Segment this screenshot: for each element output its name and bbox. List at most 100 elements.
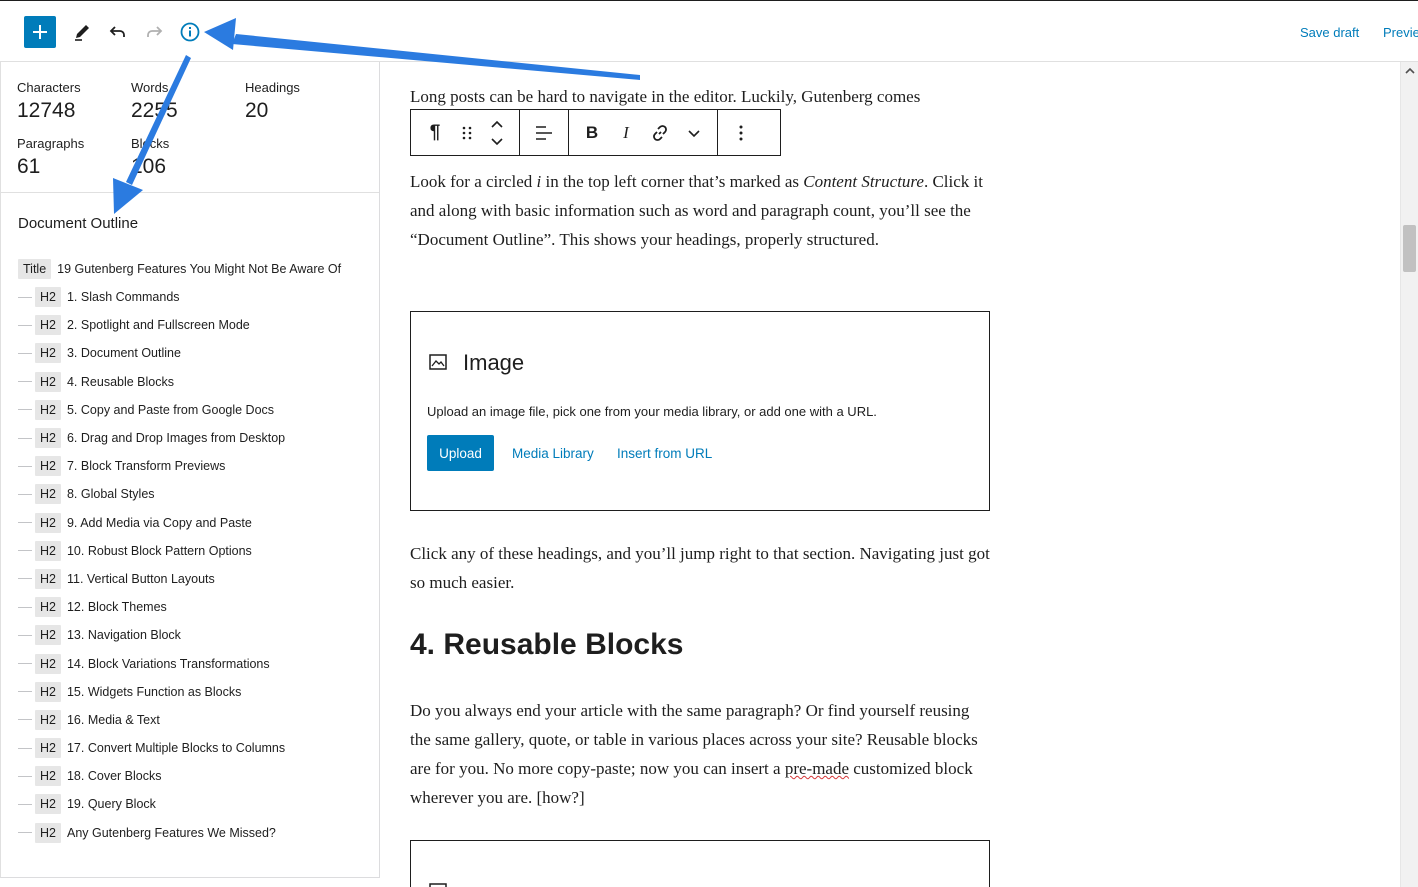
outline-item[interactable]: H2 4. Reusable Blocks	[18, 368, 378, 396]
heading-level-badge: H2	[35, 315, 61, 336]
outline-item[interactable]: H2 Any Gutenberg Features We Missed?	[18, 819, 378, 847]
document-outline-title: Document Outline	[18, 215, 139, 232]
image-block-placeholder[interactable]	[410, 840, 990, 887]
options-icon	[739, 125, 743, 140]
heading-level-badge: H2	[35, 738, 61, 759]
spellcheck-word: pre-made	[784, 759, 850, 778]
outline-connector	[18, 324, 32, 326]
upload-button[interactable]: Upload	[427, 435, 494, 471]
outline-item[interactable]: H2 19. Query Block	[18, 790, 378, 818]
insert-from-url-button[interactable]: Insert from URL	[617, 446, 712, 461]
editor-canvas: Long posts can be hard to navigate in th…	[380, 62, 1400, 887]
paragraph-italic: Content Structure	[803, 172, 924, 191]
outline-connector	[18, 493, 32, 495]
outline-item[interactable]: H2 15. Widgets Function as Blocks	[18, 678, 378, 706]
outline-item[interactable]: H2 13. Navigation Block	[18, 621, 378, 649]
align-icon	[536, 125, 552, 140]
heading-level-badge: H2	[35, 512, 61, 533]
outline-item[interactable]: H2 12. Block Themes	[18, 593, 378, 621]
stat-label: Paragraphs	[17, 136, 85, 151]
add-block-button[interactable]	[24, 16, 56, 48]
paragraph-text: in the top left corner that’s marked as	[541, 172, 804, 191]
image-block-placeholder[interactable]: Image Upload an image file, pick one fro…	[410, 311, 990, 511]
scroll-up-icon[interactable]	[1405, 66, 1415, 76]
outline-item[interactable]: H2 5. Copy and Paste from Google Docs	[18, 396, 378, 424]
outline-item[interactable]: H2 17. Convert Multiple Blocks to Columns	[18, 734, 378, 762]
heading-level-badge: H2	[35, 484, 61, 505]
outline-connector	[18, 522, 32, 524]
outline-item-title[interactable]: Title 19 Gutenberg Features You Might No…	[18, 254, 378, 283]
outline-item-text: 11. Vertical Button Layouts	[66, 571, 215, 586]
tools-button[interactable]	[66, 16, 98, 48]
outline-item[interactable]: H2 10. Robust Block Pattern Options	[18, 537, 378, 565]
outline-item[interactable]: H2 16. Media & Text	[18, 706, 378, 734]
move-block-buttons[interactable]	[479, 110, 515, 155]
stat-value: 12748	[17, 99, 76, 122]
heading-level-badge: H2	[35, 681, 61, 702]
outline-item[interactable]: H2 6. Drag and Drop Images from Desktop	[18, 424, 378, 452]
outline-item[interactable]: H2 18. Cover Blocks	[18, 762, 378, 790]
outline-connector	[18, 465, 32, 467]
paragraph-block[interactable]: Do you always end your article with the …	[410, 696, 990, 812]
outline-connector	[18, 775, 32, 777]
outline-item[interactable]: H2 8. Global Styles	[18, 480, 378, 508]
redo-button[interactable]	[138, 16, 170, 48]
outline-item-text: 18. Cover Blocks	[66, 769, 162, 784]
outline-item[interactable]: H2 9. Add Media via Copy and Paste	[18, 509, 378, 537]
document-outline-list: Title 19 Gutenberg Features You Might No…	[18, 254, 378, 847]
scrollbar-thumb[interactable]	[1403, 225, 1416, 272]
heading-level-badge: H2	[35, 456, 61, 477]
image-block-instructions: Upload an image file, pick one from your…	[427, 404, 877, 419]
outline-item[interactable]: H2 3. Document Outline	[18, 339, 378, 367]
outline-item-text: 19. Query Block	[66, 797, 156, 812]
link-button[interactable]	[643, 110, 677, 155]
heading-block[interactable]: 4. Reusable Blocks	[410, 628, 683, 662]
info-icon	[180, 22, 200, 42]
undo-button[interactable]	[102, 16, 134, 48]
outline-item[interactable]: H2 1. Slash Commands	[18, 283, 378, 311]
more-formatting-button[interactable]	[677, 110, 711, 155]
save-draft-button[interactable]: Save draft	[1300, 25, 1359, 40]
italic-button[interactable]: I	[609, 110, 643, 155]
stat-label: Headings	[245, 80, 300, 95]
outline-item-text: 19 Gutenberg Features You Might Not Be A…	[57, 261, 342, 276]
heading-level-badge: H2	[35, 794, 61, 815]
paragraph-block[interactable]: Click any of these headings, and you’ll …	[410, 539, 990, 597]
paragraph-block[interactable]: Long posts can be hard to navigate in th…	[410, 82, 990, 111]
media-library-button[interactable]: Media Library	[512, 446, 594, 461]
block-options-button[interactable]	[722, 110, 760, 155]
drag-handle[interactable]	[455, 110, 479, 155]
outline-item[interactable]: H2 2. Spotlight and Fullscreen Mode	[18, 311, 378, 339]
paragraph-text: Look for a circled	[410, 172, 537, 191]
align-button[interactable]	[526, 110, 562, 155]
paragraph-icon: ¶	[429, 121, 441, 143]
bold-button[interactable]: B	[575, 110, 609, 155]
outline-item-text: 6. Drag and Drop Images from Desktop	[66, 431, 286, 446]
heading-level-badge: H2	[35, 287, 61, 308]
outline-item-text: 14. Block Variations Transformations	[66, 656, 270, 671]
stat-characters: Characters 12748	[17, 80, 127, 123]
details-button[interactable]	[174, 16, 206, 48]
outline-item[interactable]: H2 7. Block Transform Previews	[18, 452, 378, 480]
outline-item[interactable]: H2 11. Vertical Button Layouts	[18, 565, 378, 593]
block-type-button[interactable]: ¶	[415, 110, 455, 155]
editor-scrollbar[interactable]	[1400, 62, 1418, 887]
image-block-title: Image	[463, 350, 525, 375]
heading-level-badge: H2	[35, 540, 61, 561]
outline-connector	[18, 578, 32, 580]
block-toolbar-group: B I	[569, 110, 718, 155]
outline-item-text: 17. Convert Multiple Blocks to Columns	[66, 741, 286, 756]
outline-item-text: 15. Widgets Function as Blocks	[66, 684, 242, 699]
stat-value: 2255	[131, 99, 178, 122]
link-icon	[653, 124, 667, 141]
outline-item-text: 9. Add Media via Copy and Paste	[66, 515, 252, 530]
stat-words: Words 2255	[131, 80, 241, 123]
paragraph-block[interactable]: Look for a circled i in the top left cor…	[410, 167, 990, 254]
stat-label: Characters	[17, 80, 81, 95]
heading-level-badge: H2	[35, 568, 61, 589]
preview-button[interactable]: Previe	[1383, 25, 1418, 40]
outline-connector	[18, 634, 32, 636]
outline-item-text: Any Gutenberg Features We Missed?	[66, 825, 276, 840]
outline-connector	[18, 663, 32, 665]
outline-item[interactable]: H2 14. Block Variations Transformations	[18, 649, 378, 677]
